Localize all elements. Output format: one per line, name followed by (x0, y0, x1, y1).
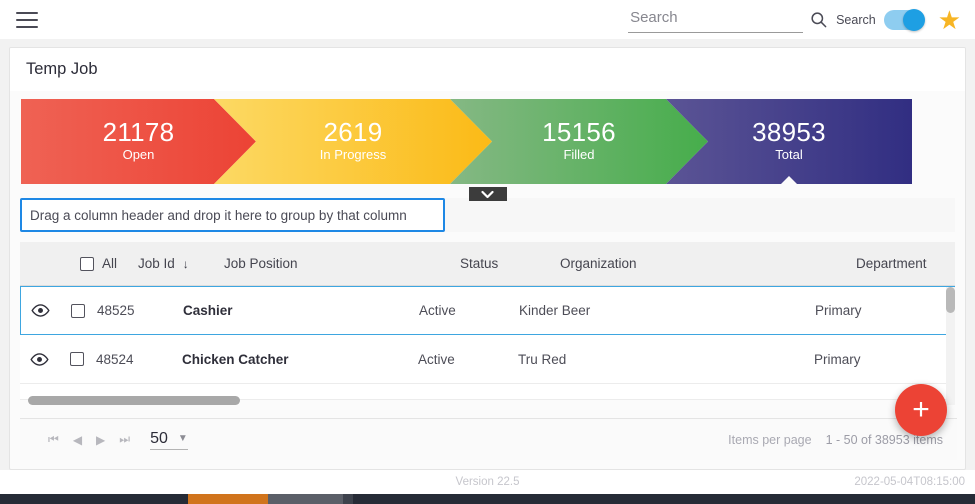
row-view-icon-cell[interactable] (20, 352, 58, 366)
group-by-dropzone[interactable]: Drag a column header and drop it here to… (20, 198, 445, 232)
grid-header-select-all[interactable]: All (58, 256, 138, 271)
cell-organization: Kinder Beer (519, 303, 591, 318)
taskbar-segment-window[interactable] (268, 494, 343, 504)
grid-vertical-scrollbar[interactable] (946, 287, 955, 405)
grid-header-status[interactable]: Status (460, 256, 560, 271)
cell-job-id: 48525 (97, 303, 135, 318)
cell-department: Primary (814, 351, 861, 367)
page-size-value: 50 (150, 429, 168, 447)
select-all-checkbox[interactable] (80, 256, 94, 271)
row-select-checkbox[interactable] (71, 303, 85, 318)
grid-header-job-id[interactable]: Job Id ↓ (138, 256, 224, 271)
page-first-icon[interactable]: ⏮ (48, 432, 59, 447)
table-row[interactable]: 48525 Cashier Active Kinder Beer Primary (20, 286, 955, 335)
cell-job-position: Chicken Catcher (182, 351, 289, 367)
pager-info: Items per page 1 - 50 of 38953 items (728, 433, 943, 447)
app-top-bar: Search ★ (0, 0, 975, 39)
grid-horizontal-scrollbar-thumb[interactable] (28, 396, 240, 405)
search-icon[interactable] (809, 10, 828, 29)
page-prev-icon[interactable]: ◀ (73, 433, 82, 447)
cell-status: Active (418, 351, 455, 367)
funnel-total-label: Total (775, 147, 803, 163)
grid-header-job-position[interactable]: Job Position (224, 256, 460, 271)
jobs-grid: All Job Id ↓ Job Position Status Organiz… (20, 242, 955, 405)
funnel-segment-open[interactable]: 21178 Open (21, 99, 256, 184)
taskbar-segment-active[interactable] (188, 494, 268, 504)
app-footer: Version 22.5 2022-05-04T08:15:00 (0, 470, 975, 494)
grid-header-job-id-label: Job Id (138, 256, 175, 271)
row-select-checkbox[interactable] (70, 352, 84, 366)
grid-vertical-scrollbar-thumb[interactable] (946, 287, 955, 313)
taskbar-segment-right (353, 494, 975, 504)
search-toggle-label: Search (836, 12, 876, 27)
funnel-open-label: Open (122, 147, 155, 163)
page-next-icon[interactable]: ▶ (96, 433, 105, 447)
group-by-hint-text: Drag a column header and drop it here to… (30, 207, 407, 223)
group-by-zone: Drag a column header and drop it here to… (20, 198, 955, 232)
funnel-open-value: 21178 (102, 116, 175, 147)
table-row[interactable]: 48524 Chicken Catcher Active Tru Red Pri… (20, 335, 955, 384)
funnel-in-progress-value: 2619 (323, 116, 383, 147)
funnel-chart: 21178 Open 2619 In Progress 15156 Filled… (21, 99, 954, 184)
items-per-page-label: Items per page (728, 432, 812, 447)
toggle-knob (902, 8, 925, 31)
funnel-selected-notch (780, 176, 798, 184)
pager-arrows: ⏮ ◀ ▶ ⏭ (48, 432, 130, 447)
hamburger-menu-icon[interactable] (16, 11, 38, 28)
row-select-checkbox-cell[interactable] (58, 352, 96, 366)
cell-organization: Tru Red (518, 351, 567, 367)
chevron-down-icon[interactable] (468, 187, 507, 201)
app-version-label: Version 22.5 (455, 476, 520, 488)
temp-job-card: Temp Job 21178 Open 2619 In Progress 151… (9, 47, 966, 470)
taskbar-segment-left (0, 494, 188, 504)
footer-timestamp: 2022-05-04T08:15:00 (854, 476, 965, 488)
cell-department: Primary (815, 303, 862, 318)
row-select-checkbox-cell[interactable] (59, 303, 97, 318)
cell-status: Active (419, 303, 456, 318)
job-status-funnel: 21178 Open 2619 In Progress 15156 Filled… (21, 99, 954, 201)
add-record-button[interactable]: + (895, 384, 947, 436)
top-bar-actions: Search ★ (628, 6, 965, 33)
grid-header-organization[interactable]: Organization (560, 256, 856, 271)
select-all-label: All (102, 256, 118, 271)
star-icon[interactable]: ★ (938, 7, 961, 33)
funnel-total-value: 38953 (752, 116, 826, 147)
taskbar-segment-divider (343, 494, 353, 504)
funnel-filled-value: 15156 (542, 116, 616, 147)
eye-icon (29, 352, 49, 366)
funnel-in-progress-label: In Progress (319, 147, 387, 163)
page-size-select[interactable]: 50 ▼ (150, 430, 188, 450)
cell-job-position: Cashier (183, 303, 233, 318)
search-field-wrapper (628, 6, 804, 33)
grid-pager: ⏮ ◀ ▶ ⏭ 50 ▼ Items per page 1 - 50 of 38… (20, 418, 957, 460)
row-view-icon-cell[interactable] (21, 304, 59, 317)
arrow-down-icon: ↓ (182, 256, 189, 271)
search-toggle-switch[interactable] (883, 8, 925, 31)
chevron-down-icon: ▼ (177, 433, 188, 444)
cell-job-id: 48524 (96, 351, 134, 367)
eye-icon (30, 304, 50, 317)
grid-header-department[interactable]: Department (856, 256, 965, 271)
os-taskbar (0, 494, 975, 504)
search-input[interactable] (628, 6, 804, 33)
funnel-filled-label: Filled (563, 147, 595, 163)
page-title: Temp Job (10, 48, 965, 91)
grid-header-row: All Job Id ↓ Job Position Status Organiz… (20, 242, 955, 286)
page-last-icon[interactable]: ⏭ (119, 432, 130, 447)
plus-icon: + (912, 393, 930, 426)
